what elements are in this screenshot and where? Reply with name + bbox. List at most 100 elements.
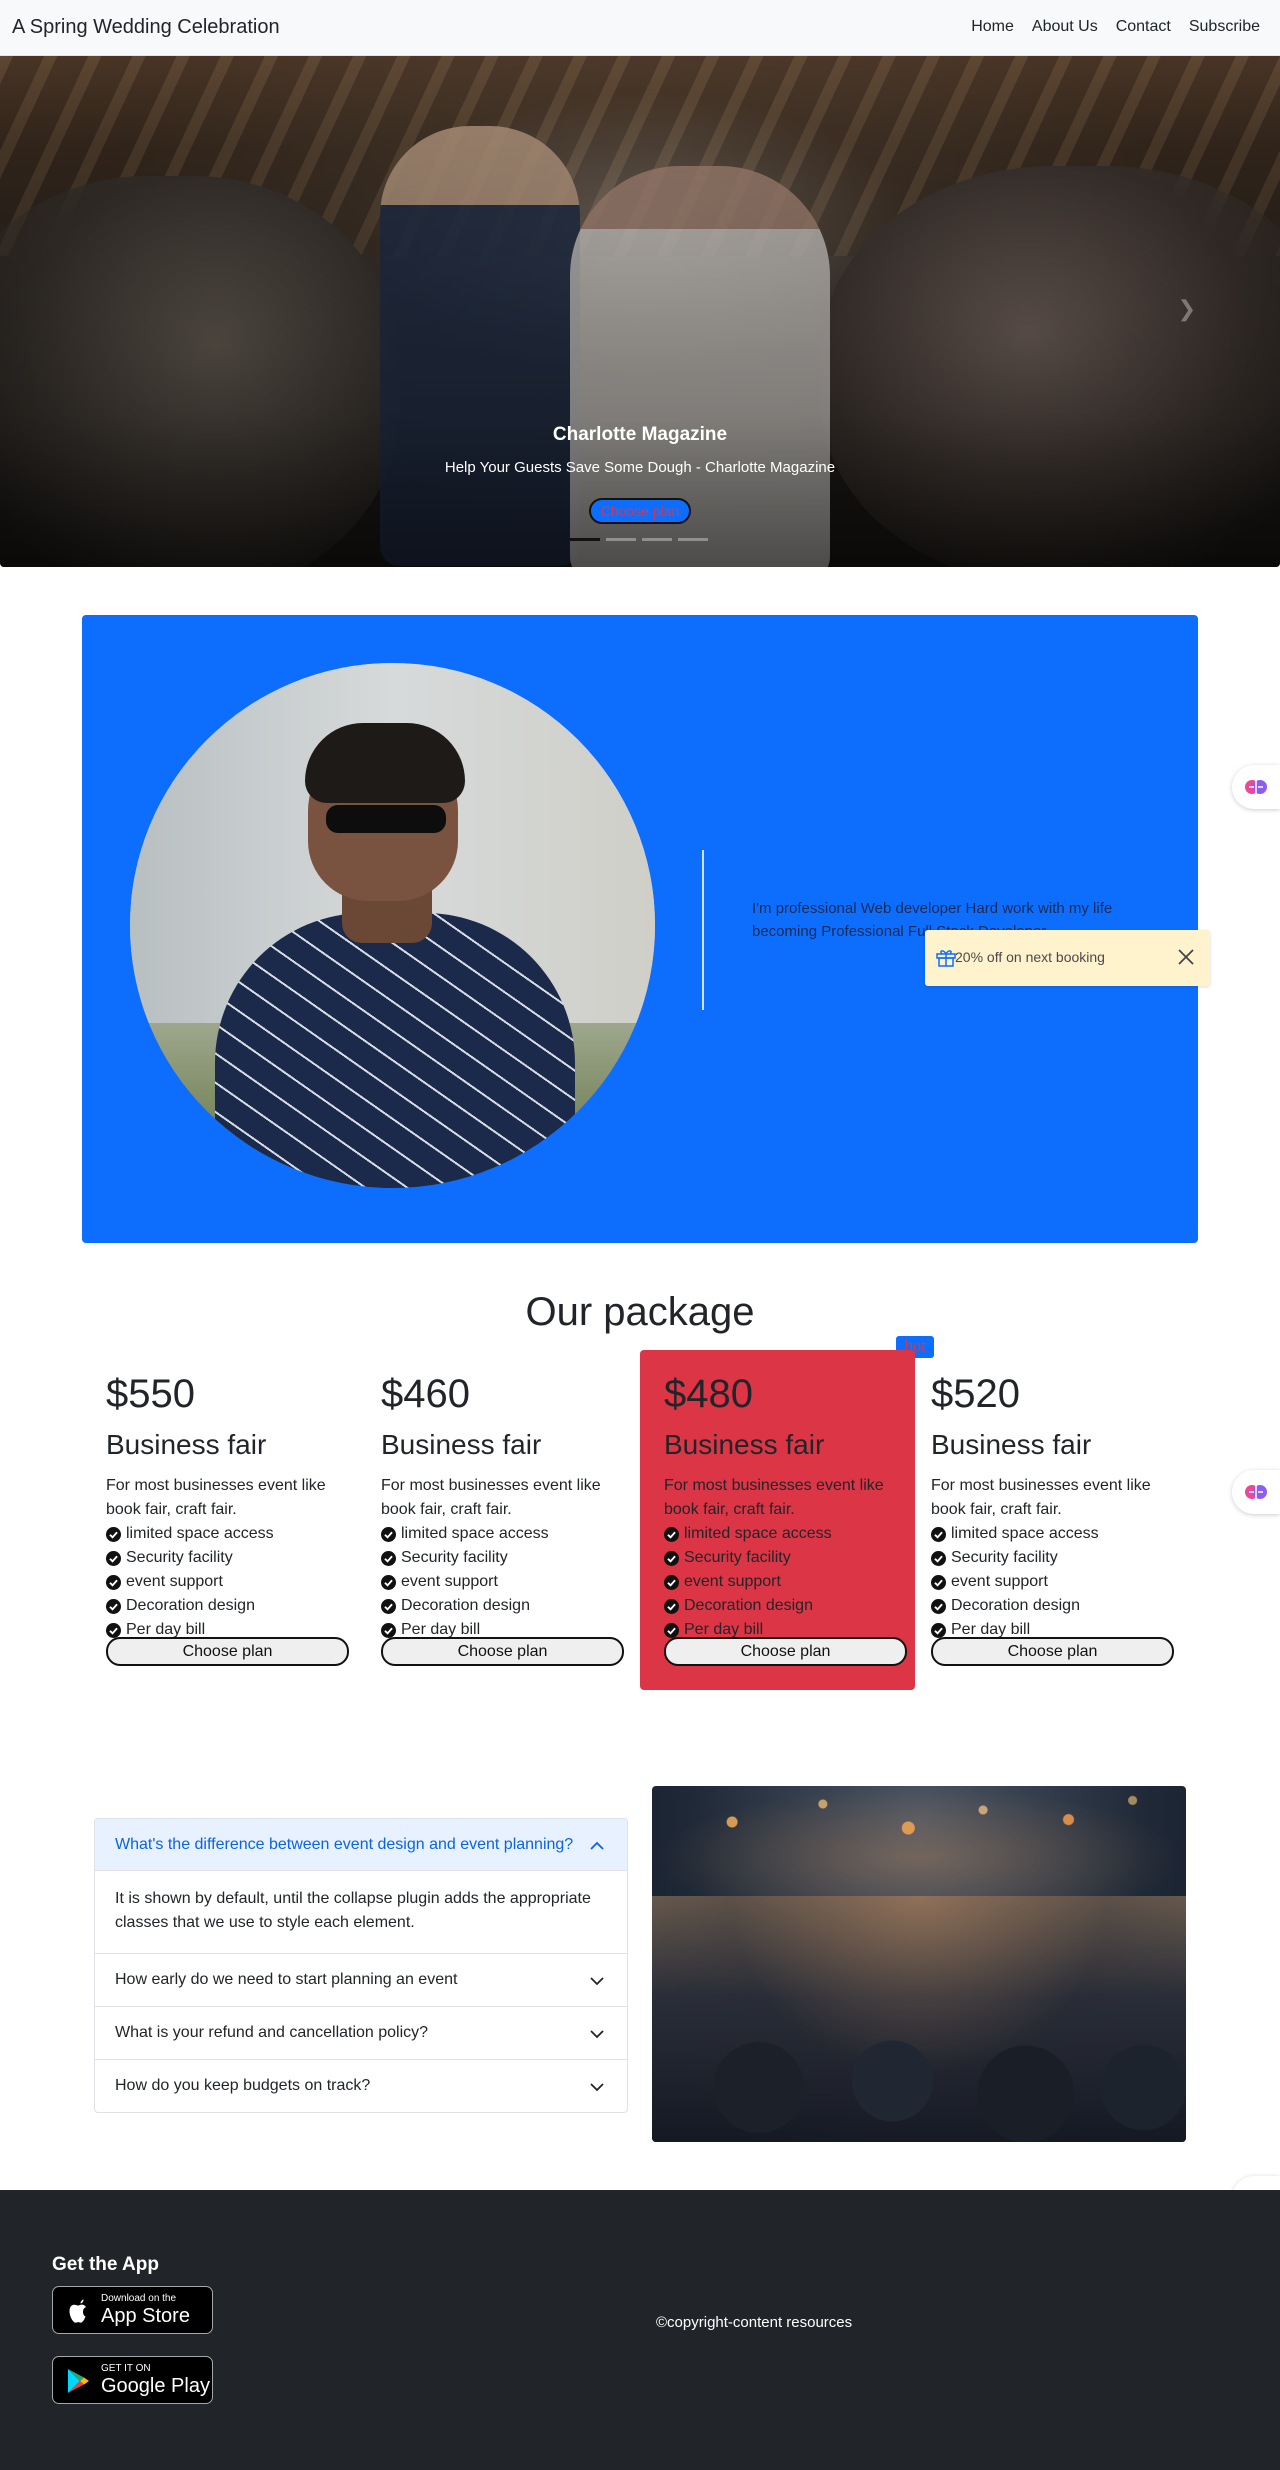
faq-item: How early do we need to start planning a… xyxy=(95,1953,627,2006)
feature-item: limited space access xyxy=(664,1522,891,1546)
package-card: $460 Business fair For most businesses e… xyxy=(357,1350,632,1690)
hero-subtitle: Help Your Guests Save Some Dough - Charl… xyxy=(444,459,836,476)
side-widget-1[interactable] xyxy=(1232,765,1280,809)
faq-item: How do you keep budgets on track? xyxy=(95,2059,627,2112)
choose-plan-button[interactable]: Choose plan xyxy=(106,1637,349,1666)
hero-carousel: ❯ Charlotte Magazine Help Your Guests Sa… xyxy=(0,56,1280,567)
faq-item: What is your refund and cancellation pol… xyxy=(95,2006,627,2059)
feature-label: Security facility xyxy=(126,1549,233,1566)
faq-answer: It is shown by default, until the collap… xyxy=(115,1890,591,1931)
photo-hair xyxy=(305,723,465,803)
choose-plan-button[interactable]: Choose plan xyxy=(381,1637,624,1666)
chevron-down-icon xyxy=(590,2083,604,2092)
profile-photo xyxy=(130,663,655,1188)
feature-label: Security facility xyxy=(951,1549,1058,1566)
package-price: $550 xyxy=(106,1372,195,1416)
check-circle-icon xyxy=(664,1550,679,1566)
google-play-badge[interactable]: GET IT ON Google Play xyxy=(52,2356,213,2404)
faq-question-button[interactable]: What is your refund and cancellation pol… xyxy=(95,2007,627,2059)
check-circle-icon xyxy=(664,1622,679,1638)
chevron-down-icon xyxy=(590,1977,604,1986)
concert-lights xyxy=(652,1786,1186,1906)
feature-list: limited space access Security facility e… xyxy=(931,1522,1158,1642)
choose-plan-button[interactable]: Choose plan xyxy=(664,1637,907,1666)
chevron-up-icon xyxy=(590,1841,604,1850)
nav-link-subscribe[interactable]: Subscribe xyxy=(1189,18,1260,36)
carousel-indicator-2[interactable] xyxy=(606,538,636,541)
package-card-featured: $480 Business fair For most businesses e… xyxy=(640,1350,915,1690)
feature-item: Security facility xyxy=(106,1546,333,1570)
nav-link-home[interactable]: Home xyxy=(971,18,1014,36)
faq-question-text: What's the difference between event desi… xyxy=(115,1836,574,1853)
side-widget-2[interactable] xyxy=(1232,1470,1280,1514)
feature-item: Decoration design xyxy=(664,1594,891,1618)
check-circle-icon xyxy=(381,1574,396,1590)
package-card: $520 Business fair For most businesses e… xyxy=(907,1350,1182,1690)
carousel-indicator-4[interactable] xyxy=(678,538,708,541)
get-app-heading: Get the App xyxy=(52,2254,159,2275)
feature-item: limited space access xyxy=(931,1522,1158,1546)
app-store-small-text: Download on the xyxy=(101,2293,177,2304)
feature-label: Security facility xyxy=(401,1549,508,1566)
hero-choose-plan-button[interactable]: Choose plan xyxy=(589,498,691,524)
photo-shirt xyxy=(215,913,575,1188)
hero-overlay xyxy=(0,56,1280,567)
faq-question-button[interactable]: How early do we need to start planning a… xyxy=(95,1954,627,2006)
gift-icon xyxy=(936,950,956,967)
feature-label: Decoration design xyxy=(684,1597,813,1614)
feature-list: limited space access Security facility e… xyxy=(664,1522,891,1642)
feature-label: Decoration design xyxy=(951,1597,1080,1614)
nav-link-about-us[interactable]: About Us xyxy=(1032,18,1098,36)
check-circle-icon xyxy=(931,1550,946,1566)
faq-question-text: What is your refund and cancellation pol… xyxy=(115,2024,429,2041)
faq-question-button[interactable]: How do you keep budgets on track? xyxy=(95,2060,627,2112)
packages-title: Our package xyxy=(525,1290,755,1334)
feature-item: Decoration design xyxy=(381,1594,608,1618)
carousel-next-icon[interactable]: ❯ xyxy=(1178,296,1196,322)
concert-crowd-image xyxy=(652,1786,1186,2142)
brain-icon xyxy=(1245,780,1267,794)
footer: Get the App Download on the App Store GE… xyxy=(0,2190,1280,2470)
feature-item: Security facility xyxy=(381,1546,608,1570)
check-circle-icon xyxy=(106,1526,121,1542)
feature-label: event support xyxy=(951,1573,1048,1590)
feature-item: event support xyxy=(664,1570,891,1594)
close-icon[interactable] xyxy=(1176,947,1196,967)
check-circle-icon xyxy=(931,1622,946,1638)
concert-heads xyxy=(652,2016,1186,2142)
navbar: A Spring Wedding Celebration Home About … xyxy=(0,0,1280,56)
carousel-indicator-1[interactable] xyxy=(570,538,600,541)
check-circle-icon xyxy=(931,1598,946,1614)
navbar-brand[interactable]: A Spring Wedding Celebration xyxy=(12,16,280,39)
feature-label: Security facility xyxy=(684,1549,791,1566)
choose-plan-button[interactable]: Choose plan xyxy=(931,1637,1174,1666)
feature-item: Decoration design xyxy=(106,1594,333,1618)
package-title: Business fair xyxy=(664,1429,825,1460)
faq-accordion: What's the difference between event desi… xyxy=(94,1818,628,2113)
package-price: $460 xyxy=(381,1372,470,1416)
feature-label: event support xyxy=(401,1573,498,1590)
package-description: For most businesses event like book fair… xyxy=(664,1477,884,1518)
copyright-text: ©copyright-content resources xyxy=(656,2314,853,2331)
google-play-big-text: Google Play xyxy=(101,2375,210,2397)
package-title: Business fair xyxy=(106,1429,267,1460)
google-play-small-text: GET IT ON xyxy=(101,2363,151,2374)
carousel-indicator-3[interactable] xyxy=(642,538,672,541)
check-circle-icon xyxy=(664,1526,679,1542)
nav-link-contact[interactable]: Contact xyxy=(1116,18,1171,36)
feature-label: limited space access xyxy=(684,1525,832,1542)
package-description: For most businesses event like book fair… xyxy=(931,1477,1151,1518)
hero-title: Charlotte Magazine xyxy=(552,424,728,445)
vertical-divider xyxy=(702,850,704,1010)
check-circle-icon xyxy=(381,1622,396,1638)
toast-text: 20% off on next booking xyxy=(955,949,1105,965)
nav-links: Home About Us Contact Subscribe xyxy=(971,18,1260,36)
app-store-badge[interactable]: Download on the App Store xyxy=(52,2286,213,2334)
faq-question-button[interactable]: What's the difference between event desi… xyxy=(95,1819,627,1871)
feature-label: Decoration design xyxy=(401,1597,530,1614)
carousel-indicators xyxy=(570,538,708,541)
package-title: Business fair xyxy=(931,1429,1092,1460)
package-description: For most businesses event like book fair… xyxy=(381,1477,601,1518)
check-circle-icon xyxy=(664,1574,679,1590)
feature-item: limited space access xyxy=(106,1522,333,1546)
